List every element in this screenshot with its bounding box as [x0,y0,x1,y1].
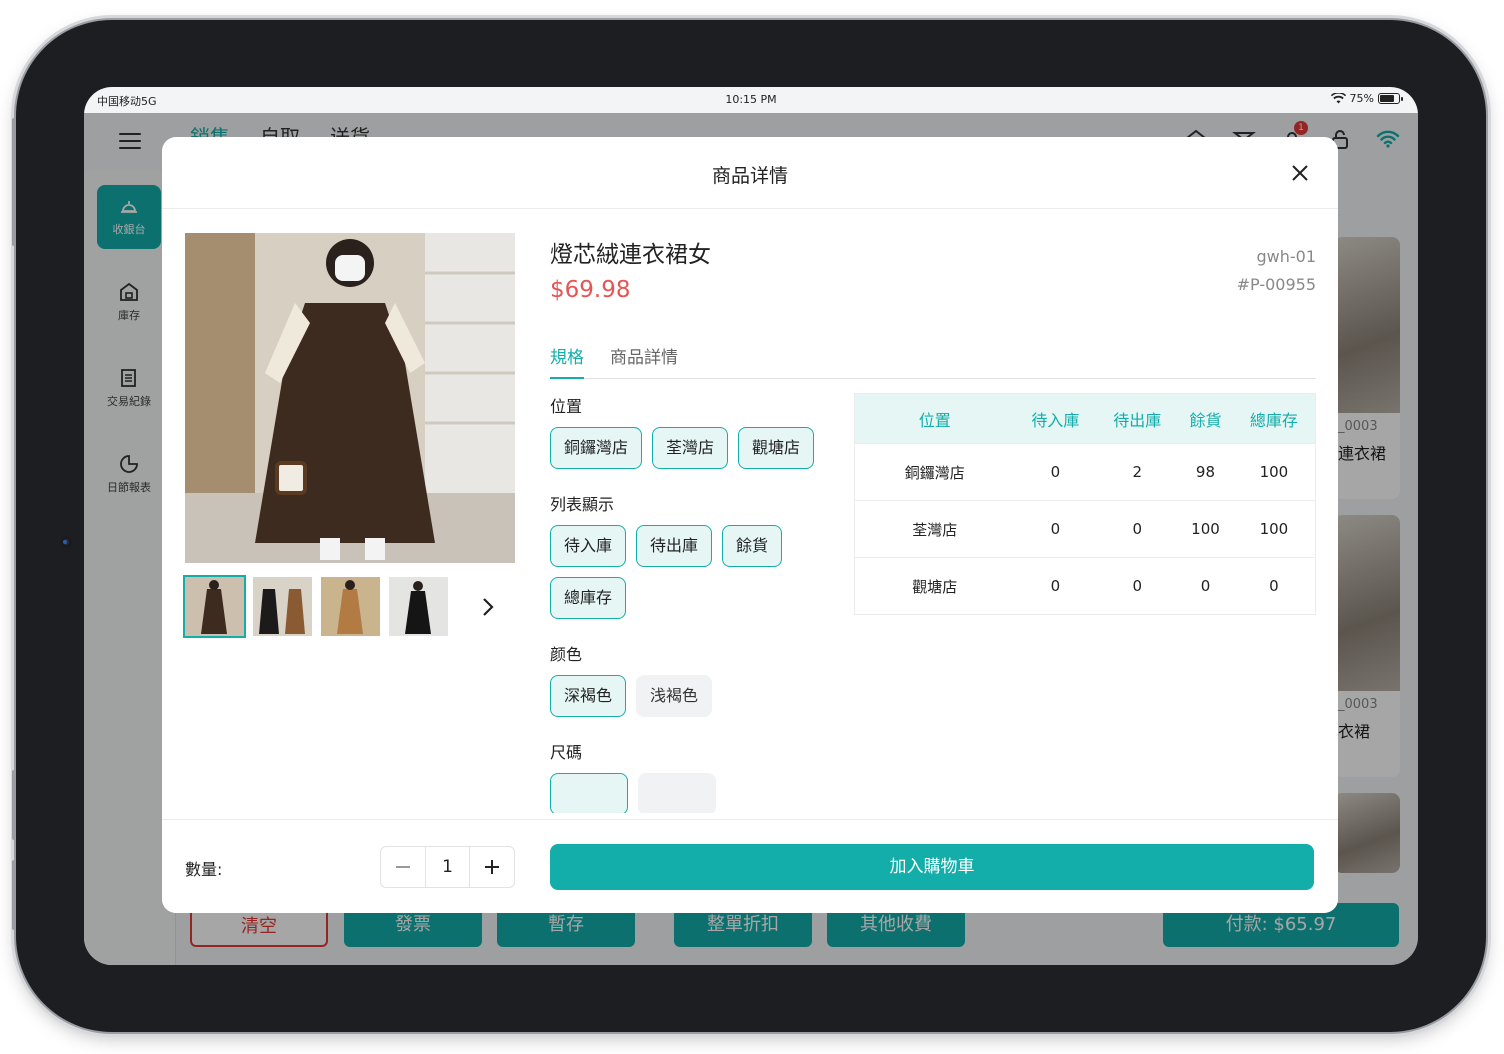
column-chip[interactable]: 待入庫 [550,525,627,567]
table-cell: 98 [1178,443,1233,501]
table-cell: 100 [1178,500,1233,558]
plus-icon [485,860,499,874]
close-button[interactable] [1288,161,1312,185]
table-row: 銅鑼灣店 0 2 98 100 [854,443,1316,501]
side-button [12,770,16,840]
thumbnail-strip [183,575,448,638]
product-name: 燈芯絨連衣裙女 [550,242,711,268]
screen: 中国移动5G 10:15 PM 75% 銷售 自取 送貨 1 收銀台 [84,87,1418,965]
table-cell: 荃灣店 [854,500,1015,558]
status-bar: 中国移动5G 10:15 PM 75% [84,87,1418,113]
battery-percent: 75% [1349,92,1374,105]
modal-header: 商品详情 [162,137,1338,209]
next-image-button[interactable] [474,593,502,621]
decrease-button[interactable] [381,847,425,887]
table-cell: 0 [1096,557,1179,615]
column-header: 位置 [854,393,1015,444]
column-header: 總庫存 [1232,393,1316,444]
column-header: 待入庫 [1014,393,1097,444]
quantity-label: 數量: [185,860,223,879]
location-chip[interactable]: 銅鑼灣店 [550,427,643,469]
table-cell: 0 [1178,557,1233,615]
thumbnail[interactable] [253,577,312,636]
tab-product-details[interactable]: 商品詳情 [610,341,678,379]
add-to-cart-button[interactable]: 加入購物車 [550,844,1314,890]
detail-tabs: 規格 商品詳情 [550,341,1316,379]
column-chip[interactable]: 總庫存 [550,577,627,619]
modal-title: 商品详情 [711,165,788,187]
table-cell: 0 [1096,500,1179,558]
thumbnail[interactable] [321,577,380,636]
wifi-status-icon [1330,93,1346,104]
thumbnail[interactable] [183,575,246,638]
size-chip[interactable] [550,773,628,813]
tab-spec[interactable]: 規格 [550,341,584,379]
table-cell: 0 [1232,557,1316,615]
table-header-row: 位置 待入庫 待出庫 餘貨 總庫存 [854,393,1316,444]
battery-icon [1378,93,1403,104]
product-price: $69.98 [550,277,631,303]
column-chip[interactable]: 待出庫 [636,525,713,567]
table-row: 觀塘店 0 0 0 0 [854,557,1316,615]
table-row: 荃灣店 0 0 100 100 [854,500,1316,558]
volume-button [12,118,16,246]
table-cell: 2 [1096,443,1179,501]
location-chip[interactable]: 荃灣店 [652,427,729,469]
column-header: 餘貨 [1178,393,1233,444]
minus-icon [396,866,410,868]
product-code: gwh-01 [1256,247,1316,266]
table-cell: 0 [1014,557,1097,615]
side-button [12,860,16,930]
table-cell: 銅鑼灣店 [854,443,1015,501]
table-cell: 0 [1014,443,1097,501]
group-title-columns: 列表顯示 [550,495,615,514]
group-title-size: 尺碼 [550,743,583,762]
product-sku: #P-00955 [1236,275,1316,294]
quantity-value[interactable]: 1 [425,847,470,887]
color-chip[interactable]: 浅褐色 [636,675,713,717]
table-cell: 100 [1232,443,1316,501]
size-chip[interactable] [638,773,716,813]
front-camera [60,536,72,548]
clock: 10:15 PM [725,93,777,106]
group-title-location: 位置 [550,397,583,416]
thumbnail[interactable] [389,577,448,636]
table-cell: 觀塘店 [854,557,1015,615]
product-main-image [185,233,515,563]
chevron-right-icon [483,598,494,616]
product-detail-modal: 商品详情 燈芯絨連衣裙女 $69.98 gwh-01 #P-00955 規格 商… [162,137,1338,913]
group-title-color: 颜色 [550,645,583,664]
column-header: 待出庫 [1096,393,1179,444]
spec-options: 位置 銅鑼灣店 荃灣店 觀塘店 列表顯示 待入庫 待出庫 餘貨 總庫存 颜色 深… [550,393,840,813]
close-icon [1292,165,1308,181]
increase-button[interactable] [470,847,514,887]
table-cell: 100 [1232,500,1316,558]
stock-table: 位置 待入庫 待出庫 餘貨 總庫存 銅鑼灣店 0 2 98 100 荃灣店 0 … [854,393,1316,615]
table-cell: 0 [1014,500,1097,558]
quantity-stepper: 1 [380,846,515,888]
modal-footer: 數量: 1 加入購物車 [162,819,1338,913]
location-chip[interactable]: 觀塘店 [738,427,815,469]
column-chip[interactable]: 餘貨 [722,525,783,567]
color-chip[interactable]: 深褐色 [550,675,627,717]
